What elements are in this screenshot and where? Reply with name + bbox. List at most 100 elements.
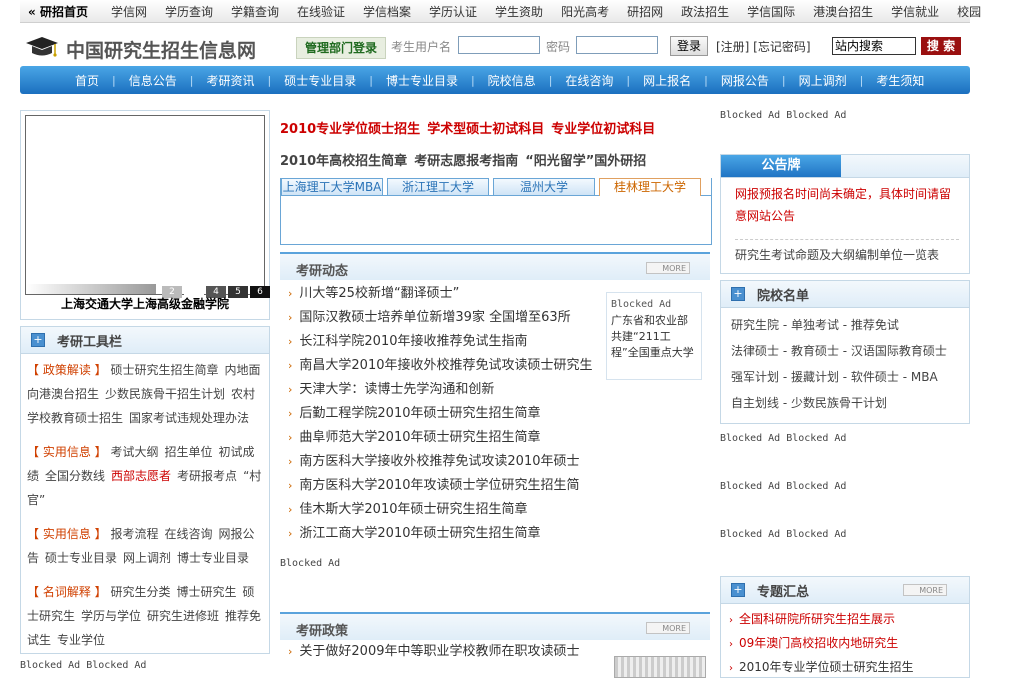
top-link-certification[interactable]: 学历认证: [420, 3, 486, 20]
nav-register[interactable]: 网上报名: [630, 72, 704, 89]
top-link-xuexin[interactable]: 学信网: [102, 3, 156, 20]
list-item[interactable]: › 全国科研院所研究生招生展示: [729, 608, 969, 632]
top-link-intl[interactable]: 学信国际: [738, 3, 804, 20]
topic-link[interactable]: 09年澳门高校招收内地研究生: [739, 636, 898, 650]
search-button[interactable]: 搜 索: [921, 37, 961, 55]
top-link-degree-query[interactable]: 学历查询: [156, 3, 222, 20]
home-link[interactable]: « 研招首页: [20, 3, 102, 20]
tool-link[interactable]: 博士专业目录: [177, 551, 249, 565]
list-item[interactable]: › 关于做好2009年中等职业学校教师在职攻读硕士: [288, 640, 598, 664]
tab-glut[interactable]: 桂林理工大学: [599, 178, 701, 196]
password-input[interactable]: [576, 36, 658, 54]
more-button[interactable]: MORE: [646, 262, 690, 274]
news-link[interactable]: 川大等25校新增“翻译硕士”: [299, 286, 459, 301]
ad-caption[interactable]: 上海交通大学上海高级金融学院: [21, 295, 269, 312]
tool-link[interactable]: 少数民族骨干招生计划: [105, 387, 225, 401]
top-link-gaokao[interactable]: 阳光高考: [552, 3, 618, 20]
site-search-input[interactable]: 站内搜索: [832, 37, 916, 55]
top-link-hmt[interactable]: 港澳台招生: [804, 3, 882, 20]
news-link[interactable]: 南方医科大学接收外校推荐免试攻读2010年硕士: [299, 454, 579, 469]
news-side-ad[interactable]: Blocked Ad 广东省和农业部共建“211工程”全国重点大学: [606, 292, 702, 380]
news-link[interactable]: 国际汉教硕士培养单位新增39家 全国增至63所: [299, 310, 570, 325]
top-link-campus[interactable]: 校园: [948, 3, 990, 20]
list-item[interactable]: › 佳木斯大学2010年硕士研究生招生简章: [288, 498, 598, 522]
username-input[interactable]: [458, 36, 540, 54]
policy-thumbnail[interactable]: [614, 656, 706, 678]
tool-link[interactable]: 报考流程: [110, 527, 158, 541]
tab-zstu[interactable]: 浙江理工大学: [387, 178, 489, 195]
nav-schools[interactable]: 院校信息: [475, 72, 549, 89]
top-link-online-verify[interactable]: 在线验证: [288, 3, 354, 20]
tool-link[interactable]: 考研报考点: [177, 469, 237, 483]
tool-link[interactable]: 国家考试违规处理办法: [129, 411, 249, 425]
topic-link[interactable]: 2010年专业学位硕士研究生招生: [739, 660, 914, 674]
headline-link[interactable]: 考研志愿报考指南: [414, 154, 518, 169]
nav-adjust[interactable]: 网上调剂: [786, 72, 860, 89]
register-forgot-links[interactable]: [注册] [忘记密码]: [716, 38, 811, 55]
nav-announcements[interactable]: 信息公告: [116, 72, 190, 89]
nav-consult[interactable]: 在线咨询: [552, 72, 626, 89]
tool-link[interactable]: 招生单位: [164, 445, 212, 459]
school-row[interactable]: 研究生院 - 单独考试 - 推荐免试: [721, 312, 969, 338]
tool-link[interactable]: 网上调剂: [123, 551, 171, 565]
headline-link[interactable]: 2010年高校招生简章: [280, 154, 407, 169]
list-item[interactable]: › 09年澳门高校招收内地研究生: [729, 632, 969, 656]
tool-link[interactable]: 全国分数线: [45, 469, 105, 483]
top-link-status-query[interactable]: 学籍查询: [222, 3, 288, 20]
tool-link[interactable]: 研究生分类: [110, 585, 170, 599]
top-link-jobs[interactable]: 学信就业: [882, 3, 948, 20]
ad-image-frame[interactable]: 2 4 5 6: [25, 115, 270, 298]
nav-home[interactable]: 首页: [62, 72, 112, 89]
tool-link[interactable]: 在线咨询: [164, 527, 212, 541]
top-link-archive[interactable]: 学信档案: [354, 3, 420, 20]
list-item[interactable]: › 后勤工程学院2010年硕士研究生招生简章: [288, 402, 598, 426]
list-item[interactable]: › 川大等25校新增“翻译硕士”: [288, 282, 598, 306]
nav-news[interactable]: 考研资讯: [193, 72, 267, 89]
policy-link[interactable]: 关于做好2009年中等职业学校教师在职攻读硕士: [299, 644, 579, 659]
top-link-yanzhao[interactable]: 研招网: [618, 3, 672, 20]
headline-link[interactable]: “阳光留学”国外研招: [525, 154, 646, 169]
news-link[interactable]: 佳木斯大学2010年硕士研究生招生简章: [299, 502, 527, 517]
news-link[interactable]: 南昌大学2010年接收外校推荐免试攻读硕士研究生: [299, 358, 592, 373]
headline-link[interactable]: 2010专业学位硕士招生: [280, 122, 420, 137]
tool-link[interactable]: 学历与学位: [81, 609, 141, 623]
top-link-law[interactable]: 政法招生: [672, 3, 738, 20]
more-button[interactable]: MORE: [903, 584, 947, 596]
board-link[interactable]: 研究生考试命题及大纲编制单位一览表: [735, 239, 959, 263]
board-red-notice[interactable]: 网报预报名时间尚未确定，具体时间请留意网站公告: [735, 183, 959, 227]
list-item[interactable]: › 南方医科大学接收外校推荐免试攻读2010年硕士: [288, 450, 598, 474]
side-ad-text[interactable]: 广东省和农业部共建“211工程”全国重点大学: [611, 313, 697, 361]
news-link[interactable]: 后勤工程学院2010年硕士研究生招生简章: [299, 406, 540, 421]
site-logo-text[interactable]: 中国研究生招生信息网: [66, 36, 256, 63]
list-item[interactable]: › 国际汉教硕士培养单位新增39家 全国增至63所: [288, 306, 598, 330]
login-button[interactable]: 登录: [670, 36, 708, 56]
tool-link[interactable]: 硕士研究生招生简章: [110, 363, 218, 377]
tool-link[interactable]: 博士研究生: [176, 585, 236, 599]
tool-link[interactable]: 专业学位: [57, 633, 105, 647]
admin-login-button[interactable]: 管理部门登录: [296, 37, 386, 59]
headline-link[interactable]: 学术型硕士初试科目: [427, 122, 544, 137]
list-item[interactable]: › 浙江工商大学2010年硕士研究生招生简章: [288, 522, 598, 546]
school-row[interactable]: 法律硕士 - 教育硕士 - 汉语国际教育硕士: [721, 338, 969, 364]
list-item[interactable]: › 南昌大学2010年接收外校推荐免试攻读硕士研究生: [288, 354, 598, 378]
nav-phd-catalog[interactable]: 博士专业目录: [373, 72, 471, 89]
news-link[interactable]: 长江科学院2010年接收推荐免试生指南: [299, 334, 527, 349]
news-link[interactable]: 南方医科大学2010年攻读硕士学位研究生招生简: [299, 478, 579, 493]
list-item[interactable]: › 长江科学院2010年接收推荐免试生指南: [288, 330, 598, 354]
list-item[interactable]: › 天津大学：读博士先学沟通和创新: [288, 378, 598, 402]
list-item[interactable]: › 2010年专业学位硕士研究生招生: [729, 656, 969, 680]
tab-usst-mba[interactable]: 上海理工大学MBA: [281, 178, 383, 195]
nav-register-notice[interactable]: 网报公告: [708, 72, 782, 89]
tab-wzu[interactable]: 温州大学: [493, 178, 595, 195]
list-item[interactable]: › 曲阜师范大学2010年硕士研究生招生简章: [288, 426, 598, 450]
news-link[interactable]: 浙江工商大学2010年硕士研究生招生简章: [299, 526, 540, 541]
tool-link[interactable]: 考试大纲: [110, 445, 158, 459]
nav-guide[interactable]: 考生须知: [863, 72, 937, 89]
tool-link[interactable]: 研究生进修班: [147, 609, 219, 623]
school-row[interactable]: 强军计划 - 援藏计划 - 软件硕士 - MBA: [721, 364, 969, 390]
nav-master-catalog[interactable]: 硕士专业目录: [271, 72, 369, 89]
more-button[interactable]: MORE: [646, 622, 690, 634]
news-link[interactable]: 天津大学：读博士先学沟通和创新: [299, 382, 494, 397]
list-item[interactable]: › 南方医科大学2010年攻读硕士学位研究生招生简: [288, 474, 598, 498]
tool-link-highlight[interactable]: 西部志愿者: [111, 469, 171, 483]
